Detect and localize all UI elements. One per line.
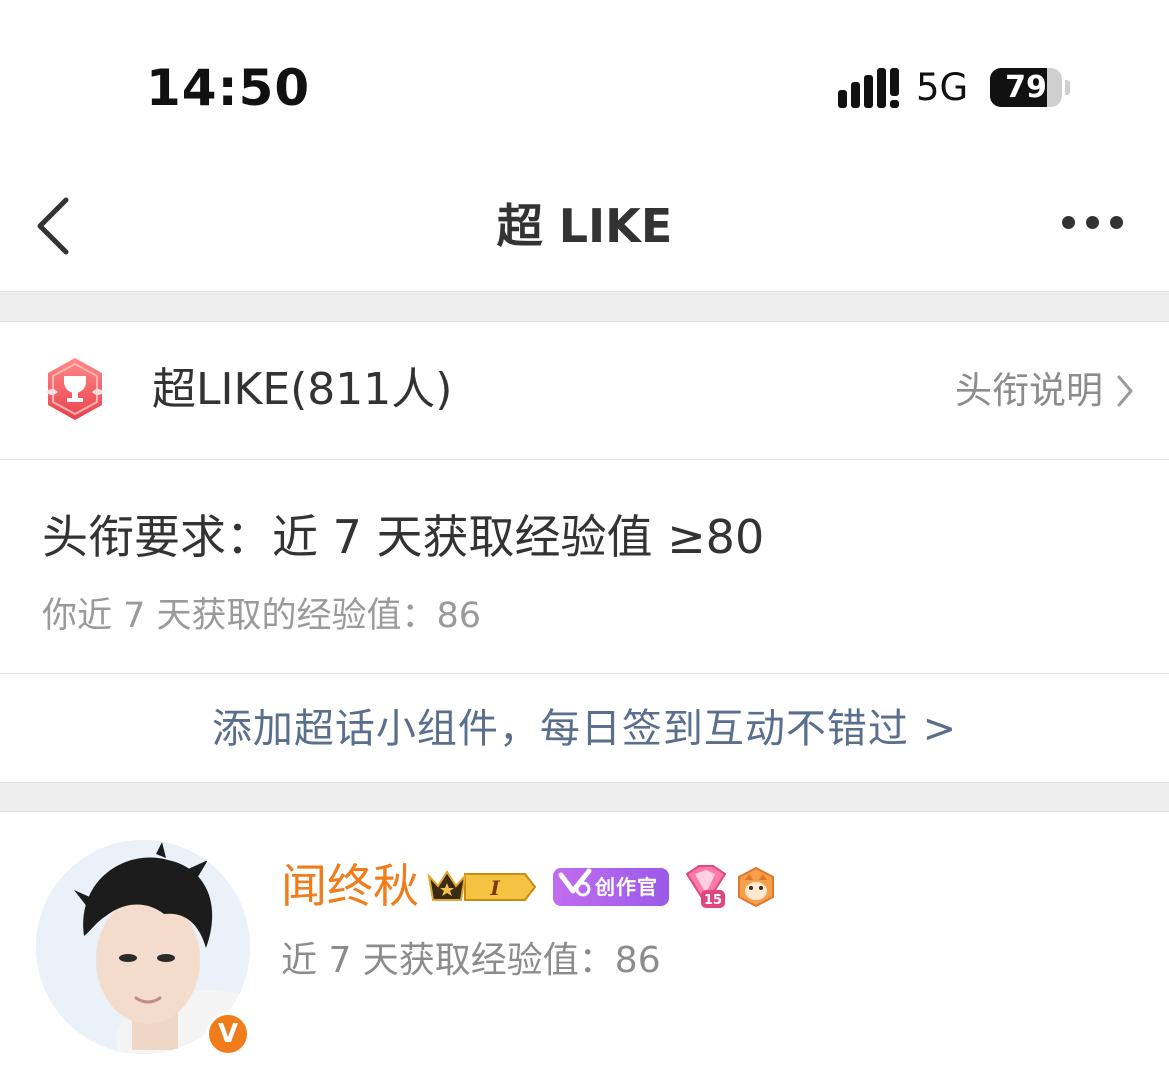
page-title: 超 LIKE: [496, 199, 673, 253]
title-name-count: 超LIKE(811人): [152, 364, 453, 415]
chevron-right-icon: [1117, 375, 1133, 407]
crown-level-badge-icon: I: [425, 866, 537, 908]
creator-badge-label: 创作官: [595, 875, 658, 899]
requirement-text: 头衔要求：近 7 天获取经验值 ≥80: [42, 510, 765, 564]
member-exp-text: 近 7 天获取经验值：86: [281, 940, 661, 981]
section-divider: [0, 291, 1169, 322]
add-widget-label: 添加超话小组件，每日签到互动不错过 >: [211, 706, 958, 752]
battery-icon: 79: [990, 68, 1070, 108]
title-header-row: 超LIKE(811人) 头衔说明: [0, 322, 1169, 460]
creator-icon: [558, 868, 592, 897]
trophy-badge-icon: [46, 358, 104, 420]
gem-level-text: 15: [704, 893, 722, 908]
section-divider: [0, 782, 1169, 812]
gem-level-badge-icon: 15: [681, 864, 727, 910]
add-widget-link[interactable]: 添加超话小组件，每日签到互动不错过 >: [0, 674, 1169, 782]
title-explain-link[interactable]: 头衔说明: [955, 368, 1135, 414]
pet-avatar-badge-icon: [735, 866, 777, 908]
more-horizontal-icon[interactable]: [1054, 210, 1134, 240]
member-list-item[interactable]: V 闻终秋 I 创作官 15 近 7 天获取经验值：86: [0, 812, 1169, 1080]
user-exp-text: 你近 7 天获取的经验值：86: [42, 596, 482, 636]
v-verified-icon: V: [206, 1012, 250, 1056]
battery-level: 79: [1005, 70, 1047, 105]
avatar[interactable]: V: [36, 840, 250, 1056]
network-type: 5G: [916, 66, 969, 109]
creator-badge: 创作官: [553, 868, 669, 906]
signal-icon: [838, 68, 899, 108]
nav-bar: 超 LIKE: [0, 150, 1169, 291]
requirement-section: 头衔要求：近 7 天获取经验值 ≥80 你近 7 天获取的经验值：86: [0, 460, 1169, 674]
member-badges: I 创作官 15: [425, 864, 785, 910]
title-explain-label: 头衔说明: [955, 369, 1103, 412]
level-badge-text: I: [489, 876, 500, 900]
status-bar: 14:50 5G 79: [0, 0, 1169, 150]
status-time: 14:50: [146, 59, 311, 117]
member-name[interactable]: 闻终秋: [281, 858, 419, 914]
